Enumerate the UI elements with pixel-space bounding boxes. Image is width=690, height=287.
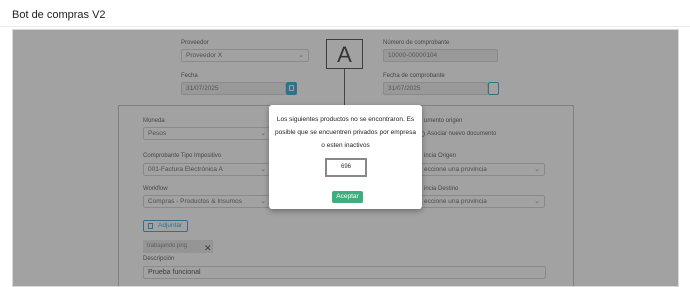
modal-message: Los siguientes productos no se encontrar…	[275, 116, 416, 149]
aceptar-button[interactable]: Aceptar	[332, 191, 363, 203]
title-divider	[0, 26, 690, 27]
product-code-box: 696	[325, 158, 367, 177]
page-title: Bot de compras V2	[12, 9, 106, 21]
app-frame: Proveedor Proveedor X ⌄ A Número de comp…	[12, 29, 679, 287]
alert-modal: Los siguientes productos no se encontrar…	[269, 105, 422, 209]
